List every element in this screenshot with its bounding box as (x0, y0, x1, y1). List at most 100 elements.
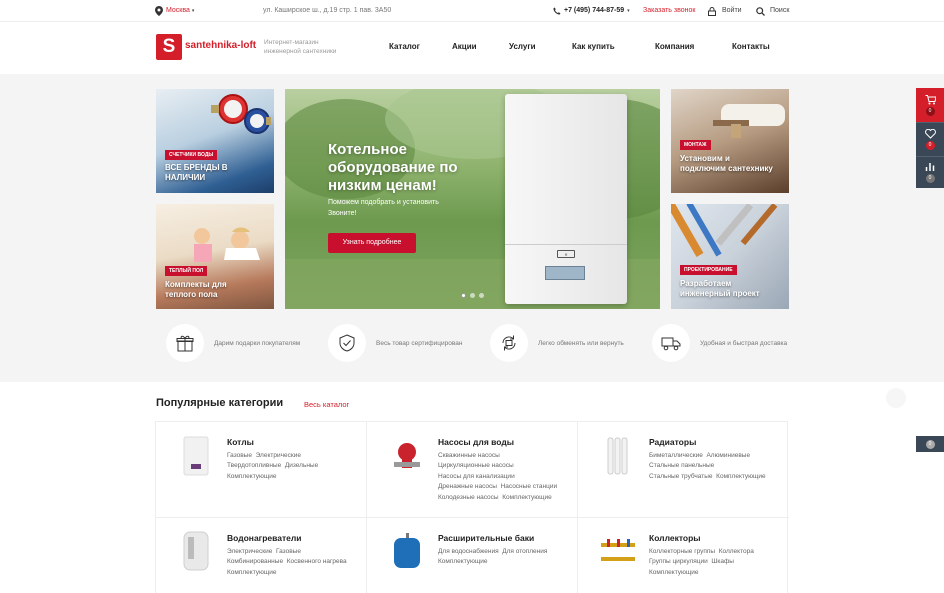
category-links: Скважинные насосы Циркуляционные насосы … (438, 451, 573, 503)
section-title: Популярные категории (156, 397, 284, 409)
compare-widget[interactable]: 0 (916, 156, 944, 188)
callback-link[interactable]: Заказать звонок (643, 0, 695, 22)
hero-button[interactable]: Узнать подробнее (328, 233, 416, 253)
nav-how-to-buy[interactable]: Как купить (572, 42, 615, 51)
pipes-image (671, 204, 778, 257)
category-card-collectors[interactable]: Коллекторы Коллекторные группы Коллектор… (578, 518, 789, 593)
category-card-water-heaters[interactable]: Водонагреватели Электрические Газовые Ко… (156, 518, 367, 593)
expansion-tank-thumbnail (387, 530, 427, 574)
category-link[interactable]: Комплектующие (227, 473, 276, 480)
category-link[interactable]: Твердотопливные (227, 462, 281, 469)
category-links: Биметаллические Алюминиевые Стальные пан… (649, 451, 784, 482)
category-link[interactable]: Шкафы (711, 558, 734, 565)
promo-tile-water-meters[interactable]: Счетчики воды ВСЕ БРЕНДЫ В НАЛИЧИИ (156, 89, 274, 193)
category-link[interactable]: Циркуляционные насосы (438, 462, 514, 469)
top-bar: Москва ▾ ул. Каширское ш., д.19 стр. 1 п… (0, 0, 944, 22)
feature-certified: Весь товар сертифицирован (328, 324, 466, 362)
category-link[interactable]: Дизельные (285, 462, 318, 469)
category-title[interactable]: Коллекторы (649, 533, 701, 543)
category-card-expansion-tanks[interactable]: Расширительные баки Для водоснабжения Дл… (367, 518, 578, 593)
category-title[interactable]: Водонагреватели (227, 533, 301, 543)
slider-dot[interactable] (470, 293, 475, 298)
category-link[interactable]: Насосы для канализации (438, 473, 515, 480)
category-links: Коллекторные группы Коллектора Группы ци… (649, 547, 784, 578)
category-link[interactable]: Коллектора (719, 548, 754, 555)
category-link[interactable]: Косвенного нагрева (287, 558, 347, 565)
category-title[interactable]: Насосы для воды (438, 437, 514, 447)
all-catalog-link[interactable]: Весь каталог (304, 400, 349, 409)
category-link[interactable]: Группы циркуляции (649, 558, 708, 565)
slider-dots (461, 293, 484, 298)
category-link[interactable]: Скважинные насосы (438, 452, 500, 459)
category-link[interactable]: Для водоснабжения (438, 548, 499, 555)
water-heater-thumbnail (176, 530, 216, 574)
logo-text[interactable]: santehnika-loft (185, 40, 256, 51)
category-link[interactable]: Электрические (256, 452, 301, 459)
tile-caption: Установим и подключим сантехнику (680, 154, 773, 173)
category-link[interactable]: Комплектующие (716, 473, 765, 480)
category-card-pumps[interactable]: Насосы для воды Скважинные насосы Циркул… (367, 422, 578, 518)
collector-thumbnail (598, 530, 638, 574)
category-card-boilers[interactable]: Котлы Газовые Электрические Твердотоплив… (156, 422, 367, 518)
tile-tag: Теплый пол (165, 266, 208, 276)
search-link[interactable]: Поиск (756, 0, 789, 22)
hero-slider[interactable]: ✕ Котельное оборудование по низким ценам… (285, 89, 660, 309)
compare-count: 0 (925, 174, 935, 183)
category-link[interactable]: Комбинированные (227, 558, 283, 565)
category-links: Электрические Газовые Комбинированные Ко… (227, 547, 362, 578)
category-link[interactable]: Колодезные насосы (438, 494, 499, 501)
category-link[interactable]: Насосные станции (501, 483, 558, 490)
tile-tag: Счетчики воды (165, 150, 218, 160)
feature-text: Дарим подарки покупателям (214, 339, 301, 347)
category-card-radiators[interactable]: Радиаторы Биметаллические Алюминиевые Ст… (578, 422, 789, 518)
cart-widget[interactable]: 0 (916, 88, 944, 122)
category-link[interactable]: Комплектующие (502, 494, 551, 501)
nav-contacts[interactable]: Контакты (732, 42, 770, 51)
category-title[interactable]: Радиаторы (649, 437, 696, 447)
feature-exchange: Легко обменять или вернуть (490, 324, 628, 362)
login-link[interactable]: Войти (708, 0, 742, 22)
category-link[interactable]: Алюминиевые (706, 452, 750, 459)
category-link[interactable]: Дренажные насосы (438, 483, 497, 490)
promo-tile-heated-floor[interactable]: Теплый пол Комплекты для теплого пола (156, 204, 274, 309)
heart-icon (924, 129, 936, 139)
category-title[interactable]: Котлы (227, 437, 254, 447)
phone-block[interactable]: +7 (495) 744-87-59 ▾ (553, 0, 630, 22)
category-link[interactable]: Стальные панельные (649, 462, 714, 469)
tile-caption: Разработаем инженерный проект (680, 279, 760, 298)
category-link[interactable]: Коллекторные группы (649, 548, 715, 555)
pump-thumbnail (387, 434, 427, 478)
phone-number: +7 (495) 744-87-59 (564, 7, 625, 14)
category-link[interactable]: Электрические (227, 548, 272, 555)
floating-widget[interactable]: 0 (916, 436, 944, 452)
nav-catalog[interactable]: Каталог (389, 42, 420, 51)
city-selector[interactable]: Москва ▾ (155, 0, 194, 22)
category-link[interactable]: Комплектующие (438, 558, 487, 565)
promo-tile-installation[interactable]: Монтаж Установим и подключим сантехнику (671, 89, 789, 193)
feature-delivery: Удобная и быстрая доставка (652, 324, 790, 362)
logo-mark[interactable]: S (156, 34, 182, 60)
floating-count: 0 (925, 439, 935, 449)
chevron-down-icon: ▾ (191, 8, 195, 14)
slider-dot[interactable] (479, 293, 484, 298)
favorites-count: 0 (925, 141, 935, 150)
bar-chart-icon (925, 163, 935, 171)
category-link[interactable]: Газовые (227, 452, 252, 459)
feature-text: Весь товар сертифицирован (376, 339, 463, 347)
category-link[interactable]: Комплектующие (227, 569, 276, 576)
nav-services[interactable]: Услуги (509, 42, 536, 51)
slider-dot[interactable] (461, 293, 466, 298)
category-link[interactable]: Комплектующие (649, 569, 698, 576)
category-link[interactable]: Биметаллические (649, 452, 703, 459)
category-link[interactable]: Газовые (276, 548, 301, 555)
nav-promotions[interactable]: Акции (452, 42, 477, 51)
nav-company[interactable]: Компания (655, 42, 694, 51)
favorites-widget[interactable]: 0 (916, 122, 944, 156)
scroll-up-button[interactable] (886, 388, 906, 408)
category-link[interactable]: Для отопления (502, 548, 547, 555)
login-label: Войти (722, 7, 742, 14)
category-title[interactable]: Расширительные баки (438, 533, 534, 543)
boiler-thumbnail (176, 434, 216, 478)
category-link[interactable]: Стальные трубчатые (649, 473, 713, 480)
promo-tile-design[interactable]: Проектирование Разработаем инженерный пр… (671, 204, 789, 309)
